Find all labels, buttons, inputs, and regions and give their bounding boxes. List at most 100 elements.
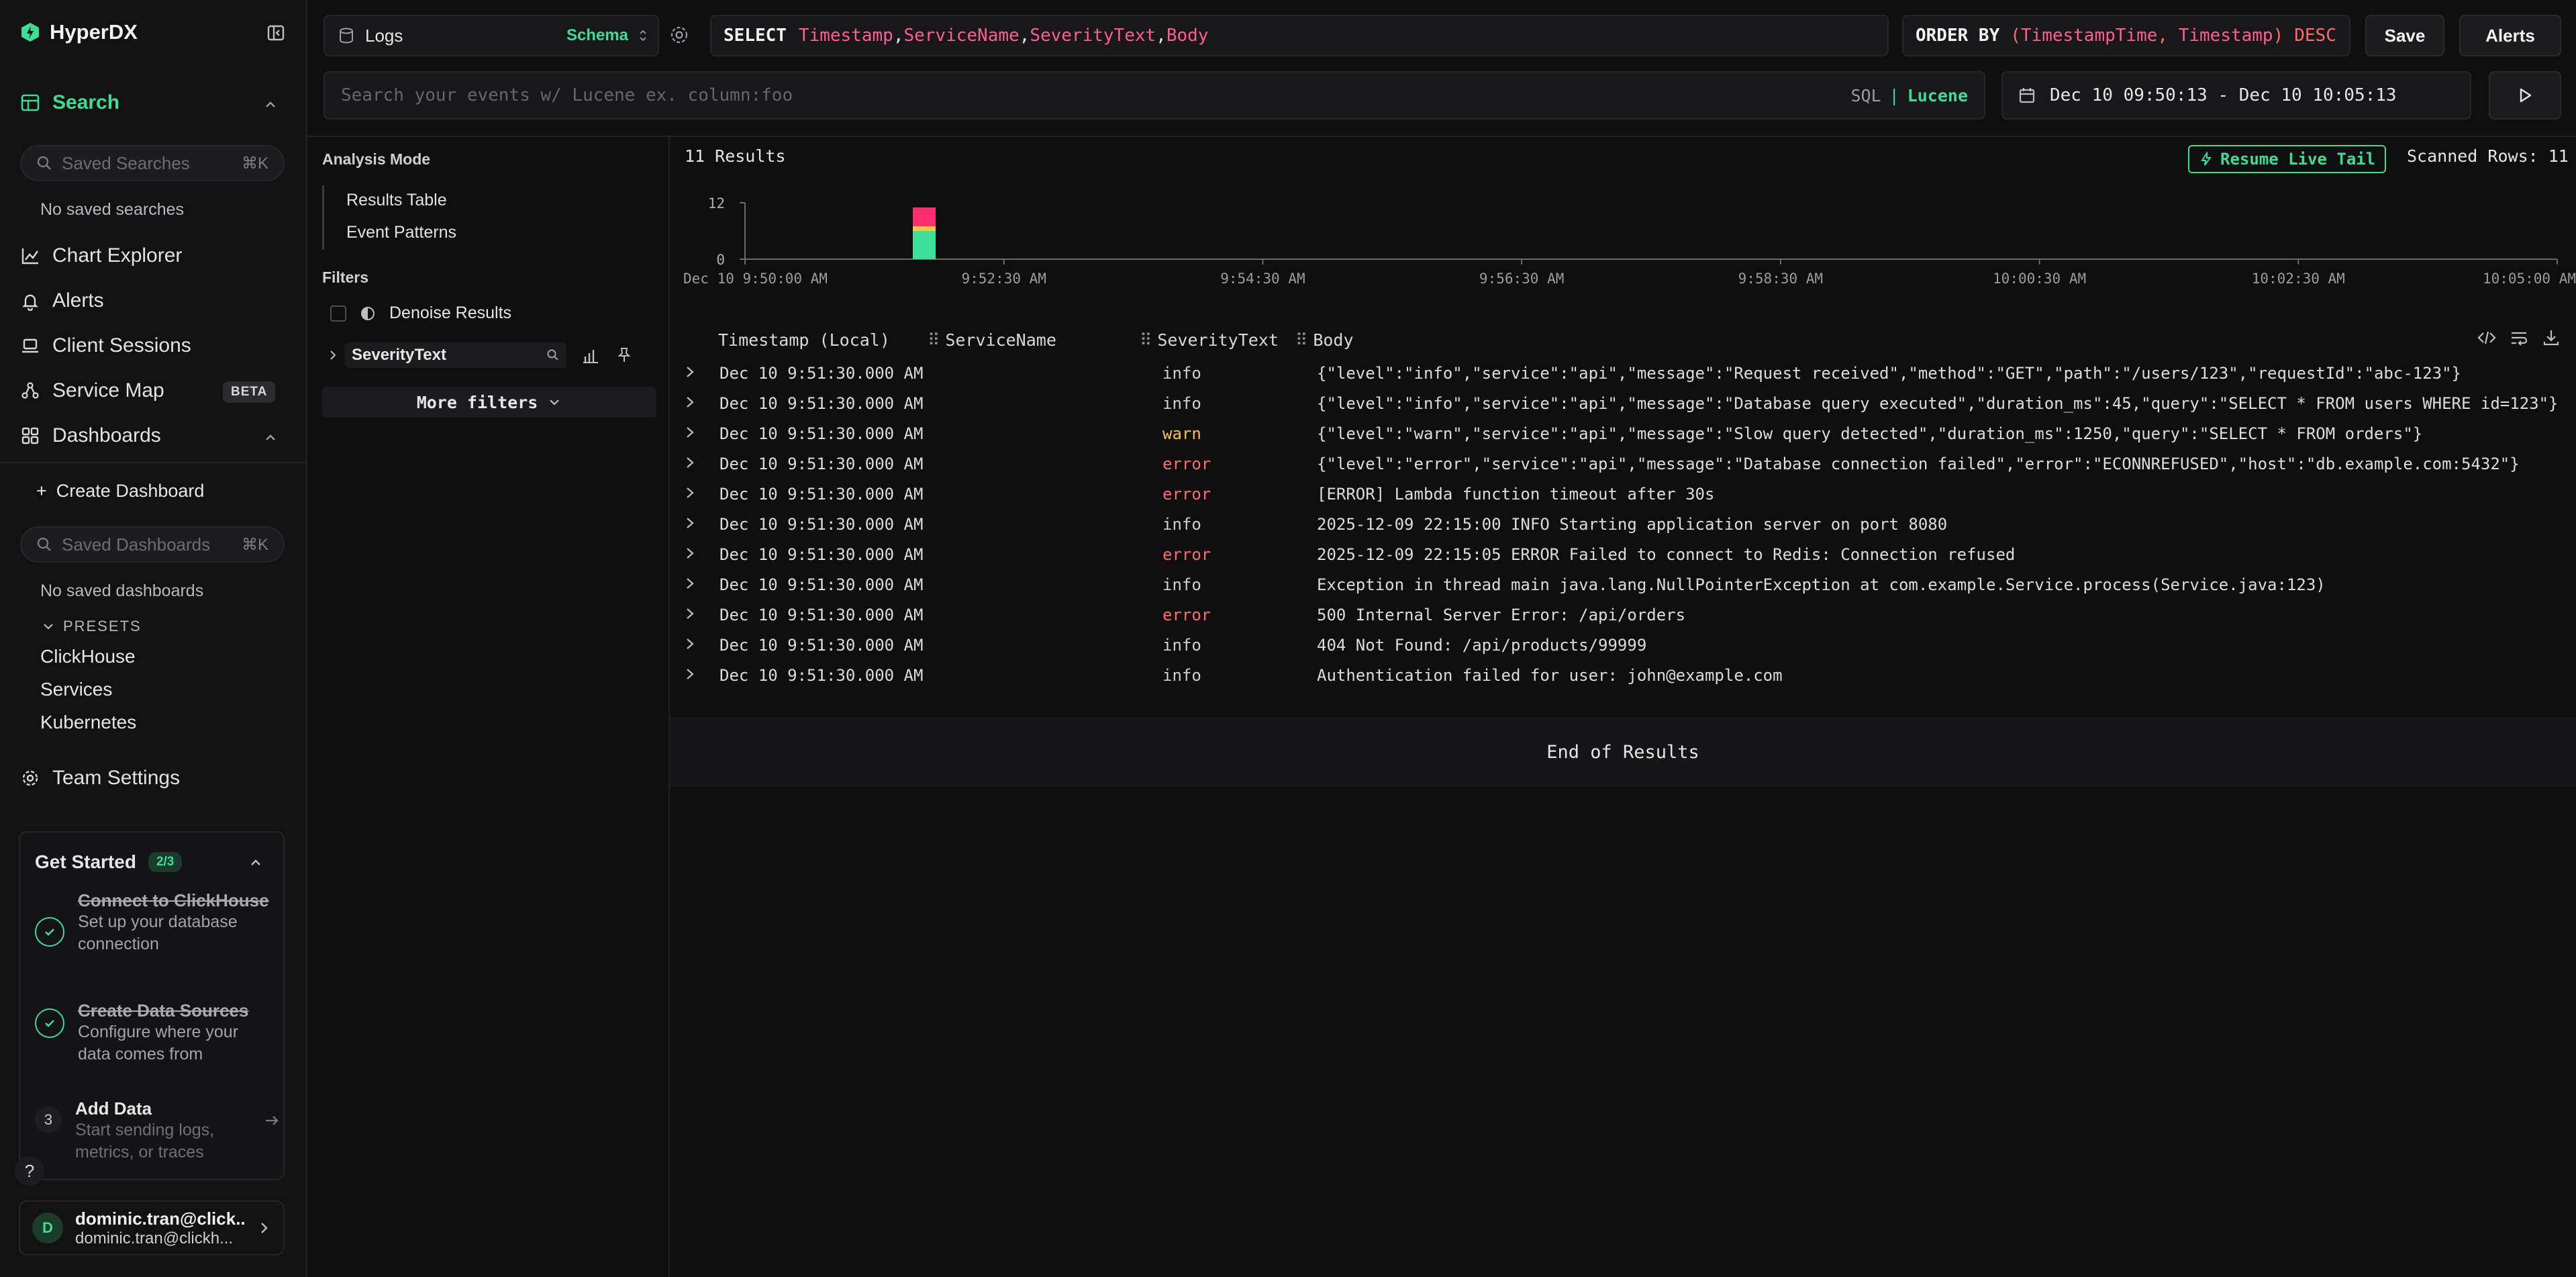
source-select[interactable]: Logs Schema <box>324 15 659 56</box>
app-logo[interactable]: HyperDX <box>20 20 138 44</box>
nav-chart-explorer[interactable]: Chart Explorer <box>20 244 182 267</box>
mode-event-patterns[interactable]: Event Patterns <box>346 223 456 242</box>
expand-row-icon[interactable] <box>683 514 697 532</box>
run-query-button[interactable] <box>2489 71 2561 120</box>
avatar: D <box>32 1213 63 1243</box>
histogram-bar-info[interactable] <box>913 231 936 259</box>
nav-client-sessions[interactable]: Client Sessions <box>20 334 191 357</box>
schema-link[interactable]: Schema <box>566 26 628 45</box>
code-icon[interactable] <box>2477 328 2497 348</box>
cell-severity: info <box>1162 636 1201 655</box>
cell-severity: error <box>1162 485 1211 504</box>
expand-row-icon[interactable] <box>683 483 697 502</box>
severity-filter-search[interactable]: SeverityText <box>345 342 566 368</box>
expand-row-icon[interactable] <box>683 665 697 683</box>
get-started-step[interactable]: Create Data Sources Configure where your… <box>35 1000 273 1066</box>
drag-handle-icon[interactable]: ⠿ <box>1140 330 1152 350</box>
denoise-checkbox[interactable] <box>330 305 346 322</box>
nav-team-settings[interactable]: Team Settings <box>20 767 180 790</box>
table-row[interactable]: Dec 10 9:51:30.000 AM error 500 Internal S… <box>670 600 2576 630</box>
saved-dashboards-input[interactable]: Saved Dashboards ⌘K <box>20 526 285 563</box>
cell-severity: info <box>1162 666 1201 685</box>
nav-service-map[interactable]: Service Map <box>20 379 164 402</box>
nav-alerts[interactable]: Alerts <box>20 289 104 312</box>
select-query-input[interactable]: SELECT Timestamp,ServiceName,SeverityTex… <box>710 15 1889 56</box>
get-started-step[interactable]: Connect to ClickHouse Set up your databa… <box>35 890 273 955</box>
expand-row-icon[interactable] <box>683 453 697 472</box>
preset-services[interactable]: Services <box>40 679 112 700</box>
drag-handle-icon[interactable]: ⠿ <box>1295 330 1307 350</box>
preset-kubernetes[interactable]: Kubernetes <box>40 712 136 733</box>
expand-row-icon[interactable] <box>683 393 697 412</box>
histogram-chart[interactable]: 0 12 Dec 10 9:50:00 AM 9:52:30 AM 9:54:30 A… <box>670 197 2576 291</box>
cell-severity: error <box>1162 545 1211 564</box>
collapse-sidebar-button[interactable] <box>266 23 286 43</box>
saved-searches-input[interactable]: Saved Searches ⌘K <box>20 145 285 181</box>
table-row[interactable]: Dec 10 9:51:30.000 AM error {"level":"erro… <box>670 449 2576 479</box>
order-by-input[interactable]: ORDER BY (TimestampTime, Timestamp) DESC <box>1902 15 2350 56</box>
more-filters-button[interactable]: More filters <box>322 387 656 418</box>
pin-icon[interactable] <box>615 346 634 365</box>
user-name: dominic.tran@click... <box>75 1208 244 1229</box>
table-row[interactable]: Dec 10 9:51:30.000 AM info Exception in th… <box>670 570 2576 600</box>
chevron-up-icon[interactable] <box>262 96 279 113</box>
lang-sql[interactable]: SQL <box>1850 86 1881 105</box>
table-row[interactable]: Dec 10 9:51:30.000 AM info {"level":"info"… <box>670 389 2576 419</box>
chevron-up-icon[interactable] <box>247 854 264 871</box>
histogram-bar-warn[interactable] <box>913 226 936 231</box>
search-query-input[interactable]: Search your events w/ Lucene ex. column:… <box>324 71 1985 120</box>
histogram-bars[interactable] <box>913 207 936 259</box>
table-row[interactable]: Dec 10 9:51:30.000 AM info Authentication … <box>670 661 2576 691</box>
save-button[interactable]: Save <box>2365 15 2444 56</box>
column-header-timestamp[interactable]: Timestamp (Local) <box>718 330 890 350</box>
presets-toggle[interactable]: PRESETS <box>42 618 142 635</box>
denoise-toggle[interactable]: Denoise Results <box>330 303 511 323</box>
cell-body: 404 Not Found: /api/products/99999 <box>1317 636 1647 655</box>
chevron-right-icon[interactable] <box>328 348 338 362</box>
expand-row-icon[interactable] <box>683 604 697 623</box>
drag-handle-icon[interactable]: ⠿ <box>928 330 940 350</box>
lang-lucene[interactable]: Lucene <box>1908 86 1968 105</box>
y-ticks: 0 12 <box>708 197 745 268</box>
column-header-severity[interactable]: ⠿ SeverityText <box>1140 330 1279 350</box>
more-filters-label: More filters <box>416 392 538 412</box>
get-started-header[interactable]: Get Started 2/3 <box>35 851 183 873</box>
chevron-up-icon[interactable] <box>262 429 279 446</box>
table-row[interactable]: Dec 10 9:51:30.000 AM warn {"level":"warn"… <box>670 419 2576 449</box>
time-range-picker[interactable]: Dec 10 09:50:13 - Dec 10 10:05:13 <box>2001 71 2471 120</box>
histogram-bar-error[interactable] <box>913 207 936 226</box>
expand-row-icon[interactable] <box>683 574 697 593</box>
table-row[interactable]: Dec 10 9:51:30.000 AM info 404 Not Found: … <box>670 630 2576 661</box>
nav-search[interactable]: Search <box>20 91 119 114</box>
bar-chart-icon[interactable] <box>581 346 600 365</box>
user-menu[interactable]: D dominic.tran@click... dominic.tran@cli… <box>19 1200 285 1256</box>
table-row[interactable]: Dec 10 9:51:30.000 AM error 2025-12-09 22:… <box>670 540 2576 570</box>
query-language-toggle[interactable]: SQL | Lucene <box>1850 86 1968 105</box>
download-icon[interactable] <box>2541 328 2561 348</box>
expand-row-icon[interactable] <box>683 423 697 442</box>
column-header-service-name[interactable]: ⠿ ServiceName <box>928 330 1056 350</box>
user-email: dominic.tran@clickh... <box>75 1229 234 1247</box>
help-button[interactable]: ? <box>15 1156 44 1186</box>
no-saved-searches-text: No saved searches <box>40 200 185 219</box>
app-name: HyperDX <box>50 20 138 44</box>
mode-results-table[interactable]: Results Table <box>346 191 447 210</box>
table-row[interactable]: Dec 10 9:51:30.000 AM info {"level":"info"… <box>670 359 2576 389</box>
cell-body: {"level":"error","service":"api","messag… <box>1317 455 2520 473</box>
cell-timestamp: Dec 10 9:51:30.000 AM <box>720 485 924 504</box>
expand-row-icon[interactable] <box>683 634 697 653</box>
gear-icon[interactable] <box>668 24 690 46</box>
resume-live-tail-button[interactable]: Resume Live Tail <box>2188 145 2387 173</box>
preset-clickhouse[interactable]: ClickHouse <box>40 646 136 667</box>
nav-dashboards[interactable]: Dashboards <box>20 424 161 447</box>
expand-row-icon[interactable] <box>683 363 697 381</box>
alerts-button[interactable]: Alerts <box>2459 15 2561 56</box>
wrap-text-icon[interactable] <box>2509 328 2529 348</box>
column-header-body[interactable]: ⠿ Body <box>1295 330 1354 350</box>
get-started-step[interactable]: 3 Add Data Start sending logs, metrics, … <box>35 1098 281 1164</box>
table-row[interactable]: Dec 10 9:51:30.000 AM info 2025-12-09 22:1… <box>670 510 2576 540</box>
resume-live-tail-label: Resume Live Tail <box>2220 150 2376 169</box>
table-row[interactable]: Dec 10 9:51:30.000 AM error [ERROR] Lambda… <box>670 479 2576 510</box>
expand-row-icon[interactable] <box>683 544 697 563</box>
create-dashboard-link[interactable]: + Create Dashboard <box>36 481 204 502</box>
